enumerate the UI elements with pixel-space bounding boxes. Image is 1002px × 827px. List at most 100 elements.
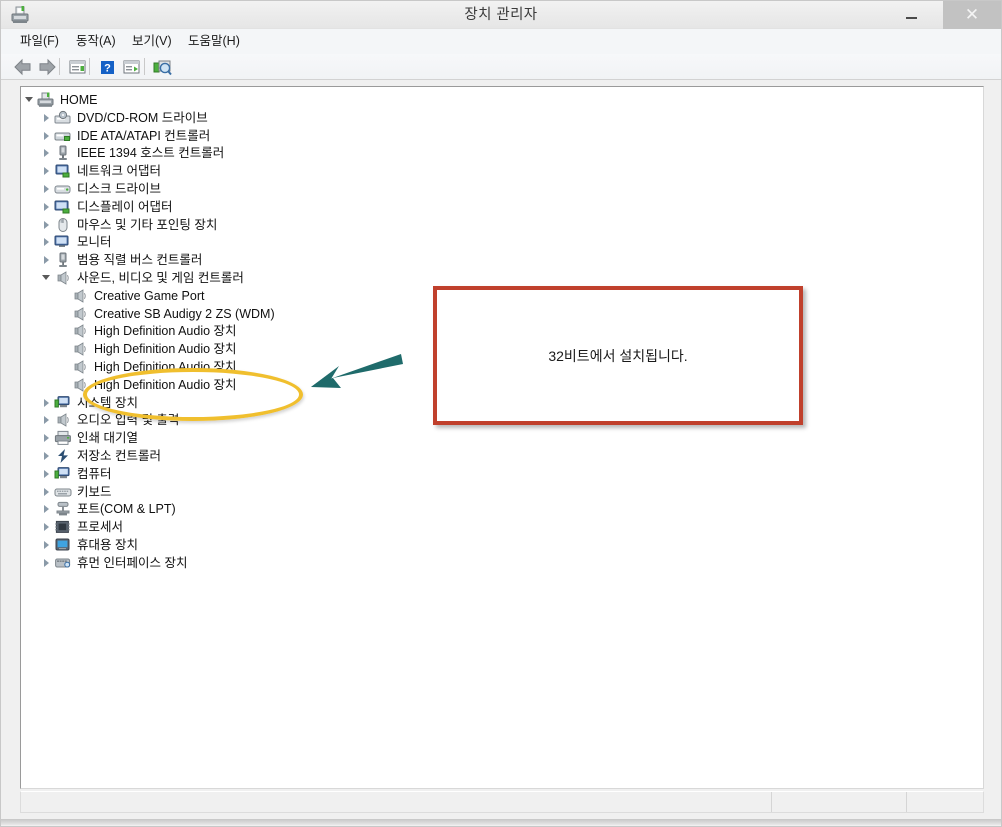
update-driver-icon[interactable] bbox=[121, 57, 142, 77]
monitor-icon bbox=[54, 234, 72, 250]
tree-node[interactable]: Creative Game Port bbox=[58, 287, 204, 305]
status-bar bbox=[20, 791, 984, 813]
sound-icon bbox=[54, 270, 72, 286]
chevron-right-icon[interactable] bbox=[41, 500, 54, 518]
toolbar: ? bbox=[1, 54, 1001, 80]
tree-node[interactable]: IDE ATA/ATAPI 컨트롤러 bbox=[41, 127, 210, 145]
tree-node[interactable]: 컴퓨터 bbox=[41, 465, 112, 483]
close-icon: ✕ bbox=[964, 4, 980, 25]
menu-item-0[interactable]: 파일(F) bbox=[13, 29, 66, 54]
tree-node[interactable]: Creative SB Audigy 2 ZS (WDM) bbox=[58, 305, 275, 323]
tree-node[interactable]: High Definition Audio 장치 bbox=[58, 322, 237, 340]
chevron-right-icon[interactable] bbox=[41, 251, 54, 269]
tree-node-label: 디스크 드라이브 bbox=[77, 182, 161, 196]
chevron-right-icon[interactable] bbox=[41, 180, 54, 198]
no-chevron bbox=[58, 340, 71, 358]
tree-node[interactable]: 프로세서 bbox=[41, 518, 123, 536]
chevron-right-icon[interactable] bbox=[41, 198, 54, 216]
chevron-down-icon[interactable] bbox=[24, 91, 37, 109]
tree-node[interactable]: 포트(COM & LPT) bbox=[41, 500, 176, 518]
chevron-right-icon[interactable] bbox=[41, 216, 54, 234]
tree-node[interactable]: High Definition Audio 장치 bbox=[58, 376, 237, 394]
chevron-right-icon[interactable] bbox=[41, 483, 54, 501]
page-title: 장치 관리자 bbox=[464, 7, 538, 23]
tree-node[interactable]: IEEE 1394 호스트 컨트롤러 bbox=[41, 144, 224, 162]
tree-node[interactable]: DVD/CD-ROM 드라이브 bbox=[41, 109, 208, 127]
device-tree[interactable]: HOME DVD/CD-ROM 드라이브 IDE ATA/ATAPI 컨트롤러 IEE… bbox=[21, 87, 983, 788]
chevron-right-icon[interactable] bbox=[41, 536, 54, 554]
tree-node-label: HOME bbox=[60, 93, 98, 107]
forward-arrow-icon[interactable] bbox=[37, 57, 58, 77]
chevron-right-icon[interactable] bbox=[41, 518, 54, 536]
chevron-right-icon[interactable] bbox=[41, 144, 54, 162]
tree-node[interactable]: 키보드 bbox=[41, 483, 112, 501]
tree-node-label: High Definition Audio 장치 bbox=[94, 377, 237, 392]
chevron-right-icon[interactable] bbox=[41, 554, 54, 572]
chevron-right-icon[interactable] bbox=[41, 394, 54, 412]
computer-icon bbox=[37, 92, 55, 108]
tree-node[interactable]: High Definition Audio 장치 bbox=[58, 358, 237, 376]
portable-device-icon bbox=[54, 537, 72, 553]
back-arrow-icon[interactable] bbox=[12, 57, 33, 77]
chevron-right-icon[interactable] bbox=[41, 127, 54, 145]
menu-item-3[interactable]: 도움말(H) bbox=[181, 29, 247, 54]
tree-node-label: High Definition Audio 장치 bbox=[94, 360, 237, 374]
tree-node[interactable]: 휴먼 인터페이스 장치 bbox=[41, 554, 187, 572]
processor-icon bbox=[54, 519, 72, 535]
tree-node[interactable]: 마우스 및 기타 포인팅 장치 bbox=[41, 216, 217, 234]
callout-box-text: 32비트에서 설치됩니다. bbox=[548, 347, 688, 364]
no-chevron bbox=[58, 305, 71, 323]
keyboard-icon bbox=[54, 484, 72, 500]
chevron-right-icon[interactable] bbox=[41, 162, 54, 180]
tree-node[interactable]: 시스템 장치 bbox=[41, 394, 138, 412]
tree-node-label: High Definition Audio 장치 bbox=[94, 324, 237, 339]
tree-node[interactable]: 디스크 드라이브 bbox=[41, 180, 161, 198]
mouse-icon bbox=[54, 217, 72, 233]
menu-bar: 파일(F) 동작(A) 보기(V) 도움말(H) bbox=[1, 29, 1001, 54]
tree-node-label: 네트워크 어댑터 bbox=[77, 164, 161, 179]
tree-node[interactable]: 인쇄 대기열 bbox=[41, 429, 138, 447]
status-pane bbox=[906, 792, 983, 812]
tree-node[interactable]: 저장소 컨트롤러 bbox=[41, 447, 161, 465]
close-button[interactable]: ✕ bbox=[943, 1, 1001, 29]
chevron-right-icon[interactable] bbox=[41, 233, 54, 251]
tree-node[interactable]: 모니터 bbox=[41, 233, 112, 251]
chevron-right-icon[interactable] bbox=[41, 411, 54, 429]
system-device-icon bbox=[54, 466, 72, 482]
scan-hardware-icon[interactable] bbox=[152, 57, 173, 77]
menu-item-1[interactable]: 동작(A) bbox=[69, 29, 123, 54]
chevron-right-icon[interactable] bbox=[41, 465, 54, 483]
tree-node[interactable]: HOME bbox=[24, 91, 98, 109]
tree-node-label: 범용 직렬 버스 컨트롤러 bbox=[77, 253, 203, 268]
menu-item-2[interactable]: 보기(V) bbox=[125, 29, 179, 54]
toolbar-separator bbox=[89, 58, 90, 75]
tree-node[interactable]: 네트워크 어댑터 bbox=[41, 162, 161, 180]
dvd-drive-icon bbox=[54, 110, 72, 126]
chevron-down-icon[interactable] bbox=[41, 269, 54, 287]
sound-device-icon bbox=[71, 306, 89, 322]
tree-node[interactable]: 사운드, 비디오 및 게임 컨트롤러 bbox=[41, 269, 244, 287]
tree-node[interactable]: 휴대용 장치 bbox=[41, 536, 138, 554]
help-icon[interactable]: ? bbox=[97, 57, 118, 77]
tree-node-label: IDE ATA/ATAPI 컨트롤러 bbox=[77, 128, 211, 143]
tree-node-label: 휴먼 인터페이스 장치 bbox=[77, 555, 188, 570]
network-adapter-icon bbox=[54, 163, 72, 179]
title-bar[interactable]: 장치 관리자 ✕ bbox=[1, 1, 1001, 29]
tree-node-label: 저장소 컨트롤러 bbox=[77, 449, 161, 463]
toolbar-separator bbox=[144, 58, 145, 75]
no-chevron bbox=[58, 322, 71, 340]
port-icon bbox=[54, 501, 72, 517]
properties-icon[interactable] bbox=[67, 57, 88, 77]
usb-controller-icon bbox=[54, 252, 72, 268]
tree-node[interactable]: 오디오 입력 및 출력 bbox=[41, 411, 179, 429]
tree-node[interactable]: 디스플레이 어댑터 bbox=[41, 198, 172, 216]
tree-node[interactable]: 범용 직렬 버스 컨트롤러 bbox=[41, 251, 202, 269]
chevron-right-icon[interactable] bbox=[41, 429, 54, 447]
minimize-button[interactable] bbox=[889, 1, 933, 29]
window-bottom-edge bbox=[1, 819, 1001, 825]
toolbar-separator bbox=[59, 58, 60, 75]
no-chevron bbox=[58, 376, 71, 394]
tree-node[interactable]: High Definition Audio 장치 bbox=[58, 340, 237, 358]
chevron-right-icon[interactable] bbox=[41, 447, 54, 465]
chevron-right-icon[interactable] bbox=[41, 109, 54, 127]
